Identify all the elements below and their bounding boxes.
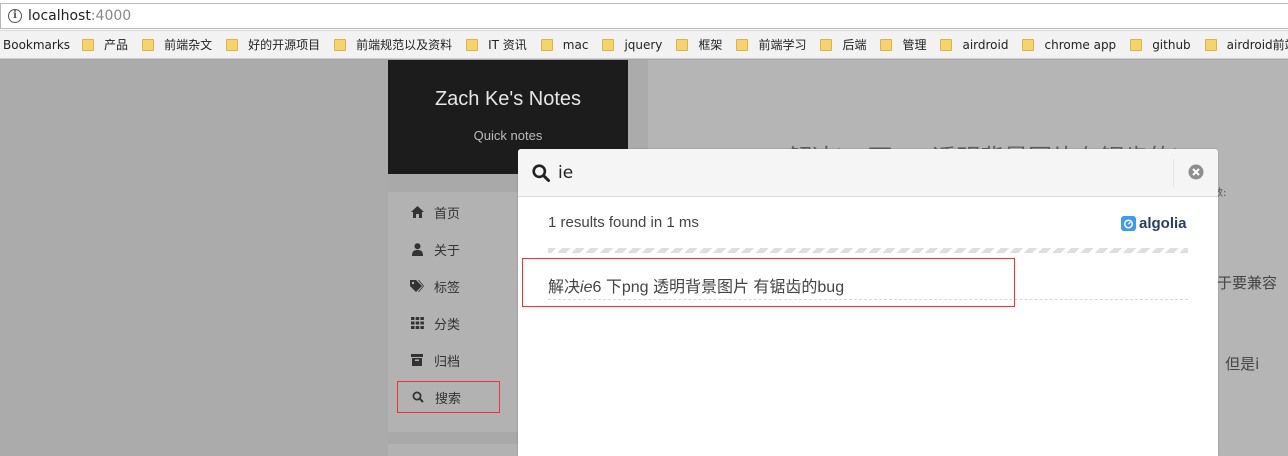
search-popup: 1 results found in 1 ms algolia 解决ie6 下p… xyxy=(518,149,1218,456)
folder-icon xyxy=(540,38,553,51)
folder-icon xyxy=(1022,38,1035,51)
folder-icon xyxy=(940,38,953,51)
address-bar: i localhost:4000 xyxy=(0,0,1288,31)
folder-icon xyxy=(676,38,689,51)
header-divider xyxy=(1173,159,1174,187)
bookmark-label: mac xyxy=(562,37,589,52)
sidebar-item-label: 首页 xyxy=(434,206,461,222)
search-result-link[interactable]: 解决ie6 下png 透明背景图片 有锯齿的bug xyxy=(548,273,844,297)
bookmarks-label[interactable]: Bookmarks xyxy=(0,38,70,52)
home-icon xyxy=(410,205,424,219)
bookmark-label: airdroid xyxy=(962,37,1009,52)
folder-icon xyxy=(1204,38,1217,51)
bookmark-label: 产品 xyxy=(104,38,129,52)
folder-icon xyxy=(142,38,155,51)
sidebar-item-label: 标签 xyxy=(434,280,461,296)
bookmark-label: jquery xyxy=(624,37,663,52)
search-stats: 1 results found in 1 ms xyxy=(548,214,699,231)
sidebar-item-label: 归档 xyxy=(434,354,461,370)
search-icon xyxy=(411,390,425,404)
bookmark-folder[interactable]: chrome app xyxy=(1022,38,1116,52)
bookmark-folder[interactable]: 框架 xyxy=(676,36,722,53)
url-field[interactable]: i localhost:4000 xyxy=(0,3,1288,29)
site-subtitle: Quick notes xyxy=(473,128,543,143)
result-text-after: 6 下png 透明背景图片 有锯齿的bug xyxy=(592,279,845,296)
bookmark-folder[interactable]: 前端杂文 xyxy=(142,36,212,53)
bookmark-folder[interactable]: airdroid xyxy=(940,38,1008,52)
folder-icon xyxy=(1130,38,1143,51)
bookmark-label: 管理 xyxy=(902,38,927,52)
bookmark-label: airdroid前端 xyxy=(1226,38,1288,52)
grid-icon xyxy=(410,316,424,330)
folder-icon xyxy=(466,38,479,51)
tags-icon xyxy=(410,279,424,293)
info-icon[interactable]: i xyxy=(8,9,22,23)
bookmark-label: 前端杂文 xyxy=(164,38,213,52)
folder-icon xyxy=(602,38,615,51)
user-icon xyxy=(410,242,424,256)
bookmarks-bar: Bookmarks 产品 前端杂文 好的开源项目 前端规范以及资料 IT 资讯 … xyxy=(0,31,1288,59)
result-text-before: 解决 xyxy=(548,279,581,296)
folder-icon xyxy=(226,38,239,51)
bookmark-folder[interactable]: jquery xyxy=(602,38,662,52)
bookmark-label: github xyxy=(1152,37,1191,52)
bookmark-folder[interactable]: mac xyxy=(540,37,589,52)
bookmark-label: chrome app xyxy=(1044,37,1117,52)
archive-icon xyxy=(410,353,424,367)
folder-icon xyxy=(820,38,833,51)
bookmark-folder[interactable]: airdroid前端 xyxy=(1204,36,1288,53)
algolia-icon xyxy=(1121,216,1136,231)
sidebar-item-label: 分类 xyxy=(434,317,461,333)
sidebar-item-label: 搜索 xyxy=(435,391,462,407)
algolia-logo[interactable]: algolia xyxy=(1121,215,1187,232)
results-divider xyxy=(548,248,1188,253)
bookmark-label: 好的开源项目 xyxy=(248,38,321,52)
sidebar-item-search[interactable]: 搜索 xyxy=(397,381,500,413)
bookmark-folder[interactable]: 管理 xyxy=(880,36,926,53)
bookmark-label: 后端 xyxy=(842,38,867,52)
bookmark-folder[interactable]: 前端规范以及资料 xyxy=(334,36,452,53)
folder-icon xyxy=(334,38,347,51)
folder-icon xyxy=(736,38,749,51)
close-icon[interactable] xyxy=(1188,164,1204,184)
search-input[interactable] xyxy=(558,161,1168,185)
result-match: ie xyxy=(580,279,593,296)
folder-icon xyxy=(82,38,95,51)
search-result-item: 解决ie6 下png 透明背景图片 有锯齿的bug xyxy=(548,269,1188,300)
bookmark-folder[interactable]: 产品 xyxy=(82,36,128,53)
search-header xyxy=(518,149,1218,197)
bookmark-label: 前端学习 xyxy=(758,38,807,52)
sidebar-item-label: 关于 xyxy=(434,243,461,259)
bookmark-label: 框架 xyxy=(698,38,723,52)
site-title[interactable]: Zach Ke's Notes xyxy=(388,88,628,111)
search-icon xyxy=(532,164,550,186)
bookmark-folder[interactable]: 好的开源项目 xyxy=(226,36,320,53)
url-host: localhost xyxy=(28,8,91,24)
bookmark-folder[interactable]: github xyxy=(1130,37,1191,52)
url-port: :4000 xyxy=(90,8,132,24)
algolia-label: algolia xyxy=(1139,215,1187,232)
folder-icon xyxy=(880,38,893,51)
bookmark-folder[interactable]: 前端学习 xyxy=(736,36,806,53)
bookmark-label: IT 资讯 xyxy=(488,38,527,52)
bookmark-folder[interactable]: IT 资讯 xyxy=(466,36,527,53)
bookmark-label: 前端规范以及资料 xyxy=(356,38,453,52)
bookmark-folder[interactable]: 后端 xyxy=(820,36,866,53)
